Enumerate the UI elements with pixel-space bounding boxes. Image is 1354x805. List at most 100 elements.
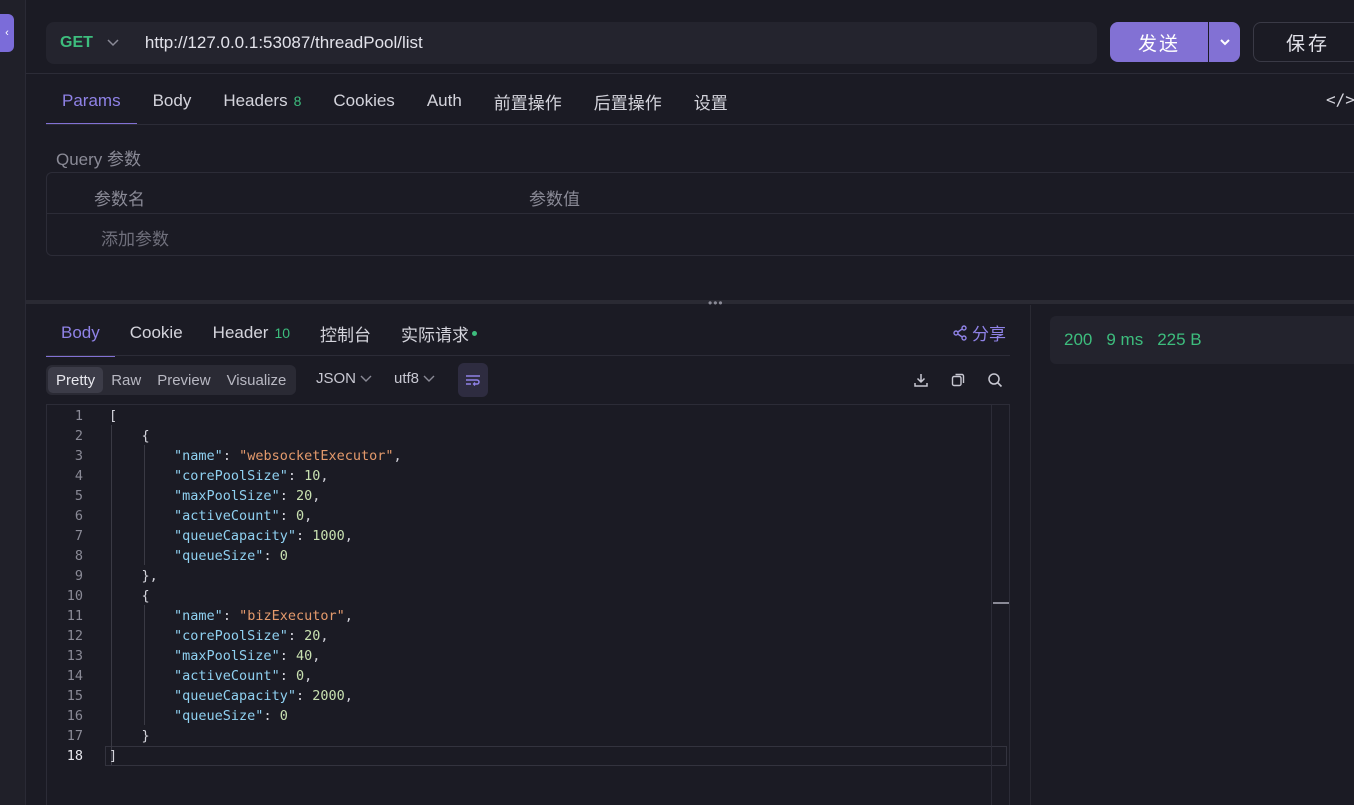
code-text: { [109,588,150,604]
tab-console[interactable]: 控制台 [305,310,386,356]
tab-label: 实际请求 [401,325,470,345]
download-icon[interactable] [910,369,932,391]
tab-pre-request[interactable]: 前置操作 [478,78,578,124]
url-bar[interactable]: GET http://127.0.0.1:53087/threadPool/li… [46,22,1097,64]
line-number: 16 [66,708,83,724]
code-text: [ [109,408,118,424]
code-line: 16 "queueSize": 0 [47,706,1007,726]
tab-label: 前置操作 [493,93,562,113]
view-pretty-button[interactable]: Pretty [48,367,104,393]
code-text: "name": "bizExecutor", [174,608,353,624]
code-line: 13 "maxPoolSize": 40, [47,646,1007,666]
tab-settings[interactable]: 设置 [678,78,744,124]
url-input[interactable]: http://127.0.0.1:53087/threadPool/list [145,33,423,53]
code-text: "corePoolSize": 10, [174,468,329,484]
word-wrap-button[interactable] [458,363,488,397]
tab-response-body[interactable]: Body [46,310,115,357]
view-preview-button[interactable]: Preview [149,367,218,393]
query-params-table: 参数名 参数值 添加参数 [46,172,1354,256]
send-options-button[interactable] [1209,22,1240,62]
line-number: 11 [66,608,83,624]
tab-label: 后置操作 [593,93,662,113]
code-line: 6 "activeCount": 0, [47,506,1007,526]
tab-label: Body [152,91,192,110]
code-line: 5 "maxPoolSize": 20, [47,486,1007,506]
divider [46,355,1010,356]
chevron-down-icon [423,375,435,382]
tab-cookies[interactable]: Cookies [317,78,410,124]
code-text: "queueSize": 0 [174,708,288,724]
send-button[interactable]: 发送 [1110,22,1208,62]
view-raw-button[interactable]: Raw [103,367,149,393]
line-number: 17 [66,728,83,744]
tab-label: Headers [223,91,288,110]
format-select[interactable]: JSON [316,370,372,387]
tab-headers[interactable]: Headers 8 [207,78,317,124]
tab-auth[interactable]: Auth [411,78,478,124]
chevron-down-icon[interactable] [107,36,119,50]
param-name-header: 参数名 [94,190,145,209]
drag-handle-icon[interactable]: ••• [708,296,724,310]
tab-label: 控制台 [320,325,372,345]
search-icon[interactable] [984,369,1006,391]
encoding-select[interactable]: utf8 [394,370,435,387]
line-number: 4 [74,468,83,484]
code-line: 18] [47,746,1007,766]
view-mode-group: Pretty Raw Preview Visualize [46,365,297,395]
code-line: 12 "corePoolSize": 20, [47,626,1007,646]
response-tabs: Body Cookie Header 10 控制台 实际请求 [46,310,492,357]
code-text: "activeCount": 0, [174,668,313,684]
tab-actual-request[interactable]: 实际请求 [386,310,492,356]
code-line: 15 "queueCapacity": 2000, [47,686,1007,706]
code-text: "maxPoolSize": 40, [174,648,321,664]
status-code: 200 [1064,330,1093,349]
line-number: 1 [74,408,83,424]
tab-response-header[interactable]: Header 10 [198,310,305,356]
code-line: 8 "queueSize": 0 [47,546,1007,566]
code-text: }, [109,568,158,584]
pane-splitter[interactable] [26,300,1354,304]
left-sidebar-strip: ‹ [0,0,26,805]
code-text: "queueCapacity": 2000, [174,688,353,704]
line-number: 13 [66,648,83,664]
code-line: 10 { [47,586,1007,606]
tab-label: Cookies [333,91,395,110]
code-text: "queueSize": 0 [174,548,288,564]
tab-label: 设置 [693,93,728,113]
tab-label: Auth [426,91,462,110]
tabs-divider [46,124,1354,125]
add-param-input[interactable]: 添加参数 [101,225,169,250]
code-line: 17 } [47,726,1007,746]
code-line: 1[ [47,406,1007,426]
copy-icon[interactable] [947,369,969,391]
tab-params[interactable]: Params [46,78,137,125]
chevron-down-icon [360,375,372,382]
response-status-panel: 200 9 ms 225 B [1050,316,1354,364]
query-params-label: Query 参数 [56,150,142,169]
method-select[interactable]: GET [60,34,93,52]
tab-body[interactable]: Body [137,78,208,124]
share-button[interactable]: 分享 [952,320,1006,345]
param-value-header: 参数值 [529,190,580,209]
collapse-panel-tab[interactable]: ‹ [0,14,14,52]
code-line: 14 "activeCount": 0, [47,666,1007,686]
line-number: 18 [66,748,83,764]
chevron-down-icon [1219,38,1230,45]
main-panel: GET http://127.0.0.1:53087/threadPool/li… [26,0,1354,805]
chevron-left-icon: ‹ [5,27,9,39]
tab-response-cookie[interactable]: Cookie [115,310,198,356]
code-text: { [109,428,150,444]
code-text: "maxPoolSize": 20, [174,488,321,504]
tab-post-request[interactable]: 后置操作 [578,78,678,124]
save-button[interactable]: 保存 [1253,22,1354,62]
code-line: 9 }, [47,566,1007,586]
code-line: 4 "corePoolSize": 10, [47,466,1007,486]
response-code-viewer[interactable]: 1[2 {3 "name": "websocketExecutor", 4 "co… [46,404,1010,805]
divider [26,73,1354,74]
code-snippet-icon[interactable]: </> [1326,90,1354,109]
view-visualize-button[interactable]: Visualize [219,367,295,393]
code-text: ] [109,748,118,764]
response-size: 225 B [1157,330,1202,349]
tab-label: Cookie [129,323,183,342]
tab-label: Params [62,91,121,110]
